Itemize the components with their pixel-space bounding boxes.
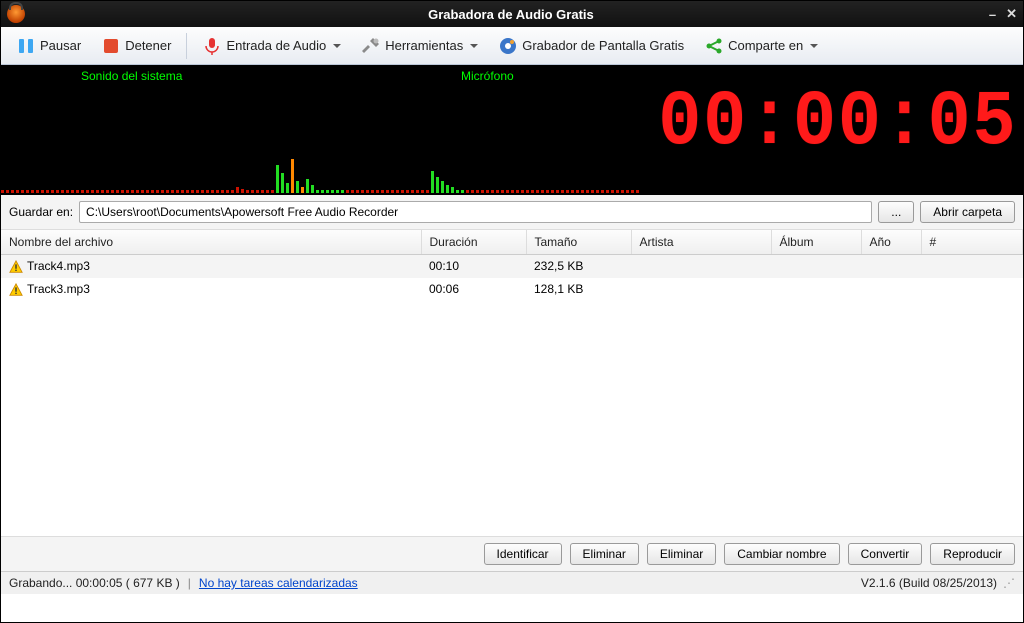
cell-track <box>921 255 1023 278</box>
open-folder-button[interactable]: Abrir carpeta <box>920 201 1015 223</box>
microphone-label: Micrófono <box>461 69 514 83</box>
cell-size: 232,5 KB <box>526 255 631 278</box>
tools-label: Herramientas <box>385 38 463 53</box>
window-title: Grabadora de Audio Gratis <box>33 7 989 22</box>
warning-icon <box>9 283 23 297</box>
table-row[interactable]: Track3.mp300:06128,1 KB <box>1 278 1023 301</box>
col-artist[interactable]: Artista <box>631 230 771 255</box>
titlebar[interactable]: Grabadora de Audio Gratis – ✕ <box>1 1 1023 27</box>
browse-button[interactable]: ... <box>878 201 914 223</box>
cell-artist <box>631 278 771 301</box>
no-tasks-link[interactable]: No hay tareas calendarizadas <box>199 576 358 590</box>
screen-recorder-icon <box>498 36 518 56</box>
tools-icon <box>361 36 381 56</box>
cell-filename: Track4.mp3 <box>1 255 421 278</box>
close-button[interactable]: ✕ <box>1006 6 1017 22</box>
toolbar: Pausar Detener Entrada de Audio Herramie… <box>1 27 1023 65</box>
cell-album <box>771 255 861 278</box>
chevron-down-icon <box>470 44 478 48</box>
cell-year <box>861 255 921 278</box>
cell-album <box>771 278 861 301</box>
visualizer: Sonido del sistema Micrófono 00:00:05 <box>1 65 1023 195</box>
pause-button[interactable]: Pausar <box>7 31 90 61</box>
cell-track <box>921 278 1023 301</box>
cell-filename: Track3.mp3 <box>1 278 421 301</box>
save-path-input[interactable] <box>79 201 872 223</box>
cell-size: 128,1 KB <box>526 278 631 301</box>
audio-input-button[interactable]: Entrada de Audio <box>193 31 350 61</box>
col-duration[interactable]: Duración <box>421 230 526 255</box>
rename-button[interactable]: Cambiar nombre <box>724 543 839 565</box>
cell-duration: 00:10 <box>421 255 526 278</box>
table-header-row: Nombre del archivo Duración Tamaño Artis… <box>1 230 1023 255</box>
system-sound-bars <box>1 143 1023 193</box>
chevron-down-icon <box>810 44 818 48</box>
cell-year <box>861 278 921 301</box>
app-icon <box>7 5 25 23</box>
save-path-row: Guardar en: ... Abrir carpeta <box>1 195 1023 230</box>
col-track[interactable]: # <box>921 230 1023 255</box>
microphone-icon <box>202 36 222 56</box>
recording-status: Grabando... 00:00:05 ( 677 KB ) <box>9 576 180 590</box>
resize-grip[interactable]: ⋰ <box>1003 576 1015 590</box>
pause-label: Pausar <box>40 38 81 53</box>
stop-button[interactable]: Detener <box>92 31 180 61</box>
version-label: V2.1.6 (Build 08/25/2013) <box>861 576 997 590</box>
file-list[interactable]: Nombre del archivo Duración Tamaño Artis… <box>1 230 1023 536</box>
share-button[interactable]: Comparte en <box>695 31 827 61</box>
screen-recorder-label: Grabador de Pantalla Gratis <box>522 38 684 53</box>
table-row[interactable]: Track4.mp300:10232,5 KB <box>1 255 1023 278</box>
col-album[interactable]: Álbum <box>771 230 861 255</box>
separator <box>186 33 187 59</box>
warning-icon <box>9 260 23 274</box>
col-year[interactable]: Año <box>861 230 921 255</box>
cell-duration: 00:06 <box>421 278 526 301</box>
statusbar: Grabando... 00:00:05 ( 677 KB ) | No hay… <box>1 571 1023 594</box>
chevron-down-icon <box>333 44 341 48</box>
delete-button-1[interactable]: Eliminar <box>570 543 639 565</box>
action-row: Identificar Eliminar Eliminar Cambiar no… <box>1 536 1023 571</box>
tools-button[interactable]: Herramientas <box>352 31 487 61</box>
screen-recorder-button[interactable]: Grabador de Pantalla Gratis <box>489 31 693 61</box>
identify-button[interactable]: Identificar <box>484 543 562 565</box>
pause-icon <box>16 36 36 56</box>
stop-label: Detener <box>125 38 171 53</box>
col-size[interactable]: Tamaño <box>526 230 631 255</box>
share-icon <box>704 36 724 56</box>
convert-button[interactable]: Convertir <box>848 543 923 565</box>
delete-button-2[interactable]: Eliminar <box>647 543 716 565</box>
app-window: Grabadora de Audio Gratis – ✕ Pausar Det… <box>0 0 1024 623</box>
minimize-button[interactable]: – <box>989 7 996 22</box>
stop-icon <box>101 36 121 56</box>
system-sound-label: Sonido del sistema <box>81 69 182 83</box>
col-filename[interactable]: Nombre del archivo <box>1 230 421 255</box>
play-button[interactable]: Reproducir <box>930 543 1015 565</box>
cell-artist <box>631 255 771 278</box>
share-label: Comparte en <box>728 38 803 53</box>
status-sep: | <box>188 576 191 590</box>
save-label: Guardar en: <box>9 205 73 219</box>
audio-input-label: Entrada de Audio <box>226 38 326 53</box>
